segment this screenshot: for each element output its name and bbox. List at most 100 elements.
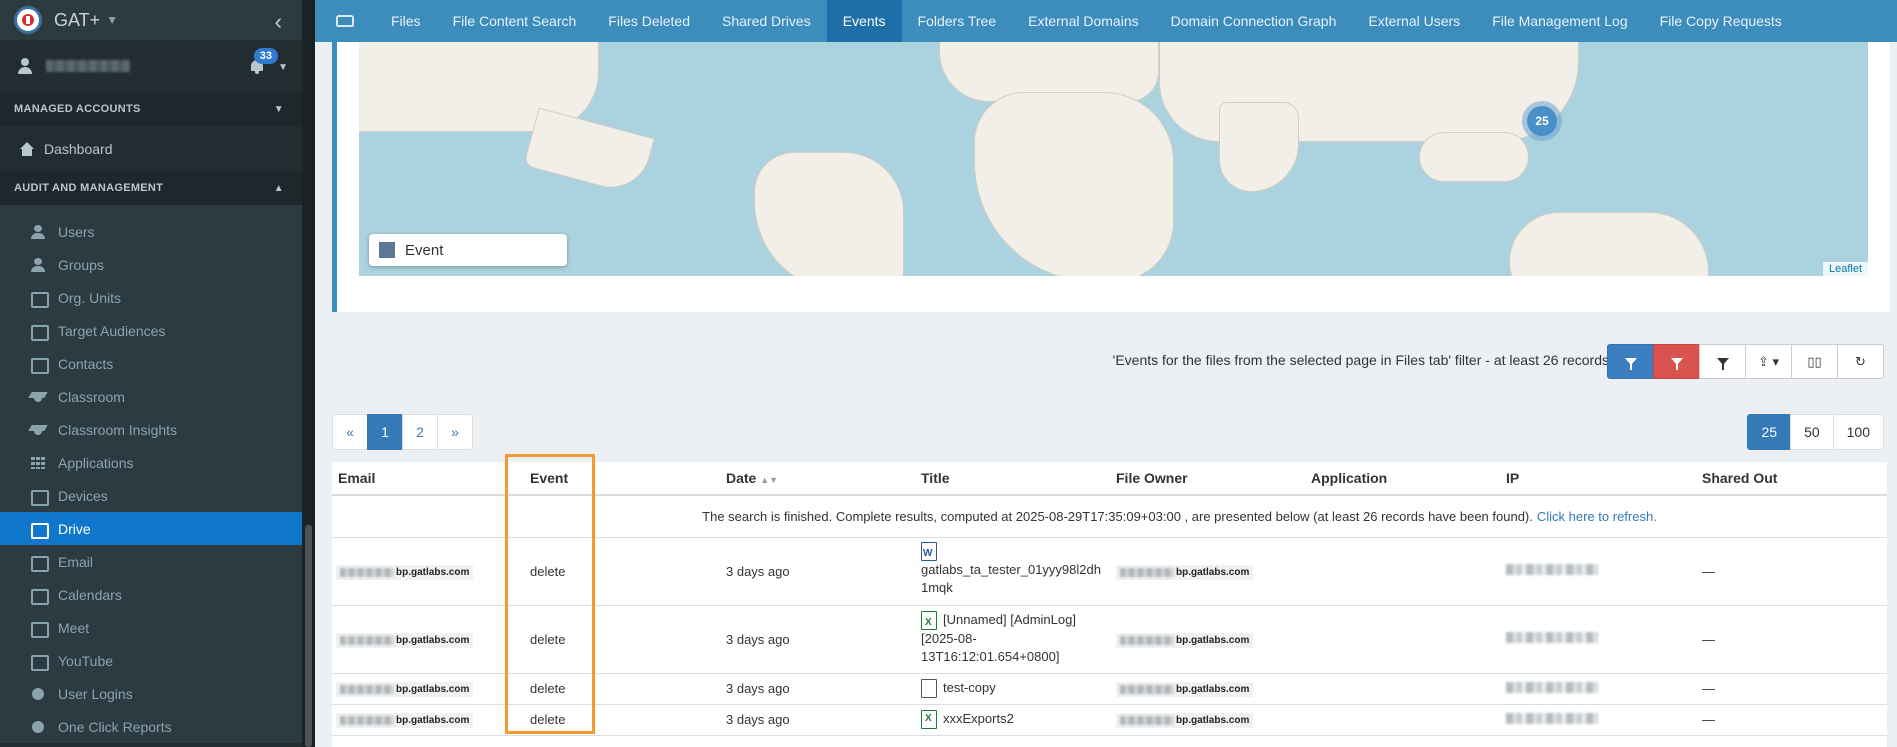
event-cell: delete	[530, 632, 566, 647]
sidebar-scrollbar[interactable]	[302, 0, 315, 747]
col-file-owner[interactable]: File Owner	[1116, 470, 1188, 486]
sidebar-item-target-audiences[interactable]: Target Audiences	[0, 314, 302, 347]
section-managed-accounts[interactable]: MANAGED ACCOUNTS ▼	[0, 92, 302, 126]
col-email[interactable]: Email	[338, 470, 375, 486]
table-row[interactable]: bp.gatlabs.com delete 3 days ago [Unname…	[332, 606, 1887, 674]
refresh-link[interactable]: Click here to refresh.	[1537, 509, 1657, 524]
sidebar-item-dashboard[interactable]: Dashboard	[0, 126, 302, 171]
pager-page-1[interactable]: 1	[367, 414, 403, 450]
sidebar-item-org-units[interactable]: Org. Units	[0, 281, 302, 314]
sidebar-menu: Users Groups Org. Units Target Audiences…	[0, 205, 302, 743]
filter-clear-icon	[1670, 358, 1683, 370]
brand-bar[interactable]: GAT+ ▼ ‹	[0, 0, 302, 40]
export-button[interactable]: ⇪ ▾	[1745, 344, 1792, 379]
sidebar-item-classroom[interactable]: Classroom	[0, 380, 302, 413]
file-owner-cell: bp.gatlabs.com	[1116, 682, 1254, 697]
collapse-sidebar-icon[interactable]: ‹	[275, 9, 282, 35]
tab-folders-tree[interactable]: Folders Tree	[902, 0, 1013, 42]
sidebar-item-user-logins[interactable]: User Logins	[0, 677, 302, 710]
email-cell: bp.gatlabs.com	[336, 682, 474, 697]
table-row[interactable]: bp.gatlabs.com delete 3 days ago xxxExpo…	[332, 705, 1887, 736]
filter-button[interactable]	[1607, 344, 1654, 379]
page-size-25[interactable]: 25	[1747, 414, 1792, 450]
sidebar-item-meet[interactable]: Meet	[0, 611, 302, 644]
email-cell: bp.gatlabs.com	[336, 713, 474, 728]
pager-prev[interactable]: «	[332, 414, 368, 450]
leaflet-attribution-link[interactable]: Leaflet	[1822, 262, 1868, 276]
sidebar-item-users[interactable]: Users	[0, 215, 302, 248]
sidebar-item-youtube[interactable]: YouTube	[0, 644, 302, 677]
sidebar-item-classroom-insights[interactable]: Classroom Insights	[0, 413, 302, 446]
columns-icon: ▯▯	[1807, 353, 1822, 369]
sidebar-scrollbar-thumb[interactable]	[305, 525, 312, 747]
events-map[interactable]: 25 Event Leaflet	[359, 42, 1868, 276]
title-cell[interactable]: [Unnamed] [AdminLog] [2025-08-13T16:12:0…	[921, 611, 1076, 666]
sidebar-item-one-click-reports[interactable]: One Click Reports	[0, 710, 302, 743]
tab-files[interactable]: Files	[375, 0, 437, 42]
tab-external-users[interactable]: External Users	[1352, 0, 1476, 42]
shared-out-cell: —	[1702, 632, 1715, 647]
export-icon: ⇪ ▾	[1757, 353, 1780, 369]
sidebar-item-groups[interactable]: Groups	[0, 248, 302, 281]
section-audit-management[interactable]: AUDIT AND MANAGEMENT ▲	[0, 171, 302, 205]
tab-file-copy-requests[interactable]: File Copy Requests	[1644, 0, 1798, 42]
col-title[interactable]: Title	[921, 470, 950, 486]
title-cell[interactable]: test-copy	[921, 679, 996, 698]
ip-cell	[1506, 563, 1598, 578]
col-event[interactable]: Event	[530, 470, 568, 486]
tab-file-management-log[interactable]: File Management Log	[1476, 0, 1643, 42]
pagination: « 1 2 »	[332, 414, 473, 450]
table-row[interactable]: bp.gatlabs.com delete 3 days ago test-co…	[332, 674, 1887, 705]
sort-icon: ▲▼	[760, 475, 779, 485]
clear-filter-button[interactable]	[1653, 344, 1700, 379]
page-size-50[interactable]: 50	[1790, 414, 1834, 450]
tab-files-deleted[interactable]: Files Deleted	[592, 0, 706, 42]
map-legend: Event	[369, 234, 567, 266]
sidebar-item-applications[interactable]: Applications	[0, 446, 302, 479]
filter-description: 'Events for the files from the selected …	[1112, 352, 1609, 368]
filter-settings-button[interactable]	[1699, 344, 1746, 379]
drive-icon	[30, 522, 49, 539]
user-caret-icon[interactable]: ▼	[278, 62, 288, 73]
col-application[interactable]: Application	[1311, 470, 1387, 486]
col-ip[interactable]: IP	[1506, 470, 1519, 486]
sitemap-icon	[30, 291, 49, 308]
sidebar-item-drive[interactable]: Drive	[0, 512, 302, 545]
pager-next[interactable]: »	[437, 414, 473, 450]
sidebar-item-calendars[interactable]: Calendars	[0, 578, 302, 611]
brand-caret-icon[interactable]: ▼	[106, 13, 118, 27]
pager-page-2[interactable]: 2	[402, 414, 438, 450]
table-row-partial[interactable]	[332, 736, 1887, 747]
table-row[interactable]: bp.gatlabs.com delete 3 days ago gatlabs…	[332, 538, 1887, 606]
notification-badge[interactable]: 33	[253, 48, 278, 64]
refresh-button[interactable]: ↻	[1837, 344, 1884, 379]
word-file-icon	[921, 542, 937, 563]
toolbar-button-group: ⇪ ▾ ▯▯ ↻	[1607, 344, 1884, 379]
sitemap-icon	[30, 324, 49, 341]
map-cluster-marker[interactable]: 25	[1522, 101, 1562, 141]
tab-events[interactable]: Events	[826, 0, 902, 42]
date-cell: 3 days ago	[726, 681, 790, 696]
col-date[interactable]: Date ▲▼	[726, 470, 778, 486]
graduation-cap-search-icon	[30, 423, 46, 437]
tab-external-domains[interactable]: External Domains	[1012, 0, 1155, 42]
drive-icon[interactable]	[315, 0, 375, 42]
search-status-notice: The search is finished. Complete results…	[332, 496, 1887, 538]
col-shared-out[interactable]: Shared Out	[1702, 470, 1777, 486]
title-cell[interactable]: xxxExports2	[921, 710, 1014, 729]
email-cell: bp.gatlabs.com	[336, 565, 474, 580]
date-cell: 3 days ago	[726, 564, 790, 579]
tab-domain-connection-graph[interactable]: Domain Connection Graph	[1155, 0, 1353, 42]
title-cell[interactable]: gatlabs_ta_tester_01yyy98l2dh1mqk	[921, 542, 1101, 597]
map-land-south-america	[754, 152, 904, 276]
sidebar-item-email[interactable]: Email	[0, 545, 302, 578]
sidebar-item-contacts[interactable]: Contacts	[0, 347, 302, 380]
user-bar[interactable]: 33 ▼	[0, 40, 302, 92]
tab-shared-drives[interactable]: Shared Drives	[706, 0, 827, 42]
sidebar-item-devices[interactable]: Devices	[0, 479, 302, 512]
page-size-100[interactable]: 100	[1832, 414, 1884, 450]
tab-file-content-search[interactable]: File Content Search	[437, 0, 593, 42]
file-owner-cell: bp.gatlabs.com	[1116, 633, 1254, 648]
date-cell: 3 days ago	[726, 632, 790, 647]
columns-button[interactable]: ▯▯	[1791, 344, 1838, 379]
